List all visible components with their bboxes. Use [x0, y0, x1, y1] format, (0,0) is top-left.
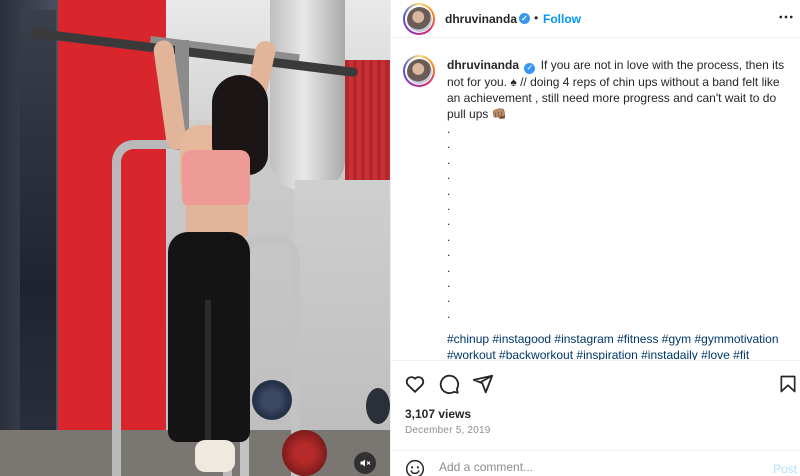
- comment-input[interactable]: [439, 457, 759, 476]
- caption-dot: .: [447, 260, 451, 275]
- avatar-image: [406, 58, 432, 84]
- caption-dot: .: [447, 199, 451, 214]
- media-weight-plate-3: [282, 430, 327, 476]
- follow-button[interactable]: Follow: [543, 12, 581, 26]
- media-person-sports-top: [182, 150, 250, 208]
- media-leg-gap: [205, 300, 211, 440]
- share-button[interactable]: [472, 373, 494, 395]
- heart-icon: [405, 376, 425, 393]
- comment-icon: [439, 374, 460, 395]
- caption-dot: .: [447, 306, 451, 321]
- caption-username[interactable]: dhruvinanda: [447, 58, 519, 72]
- post-side-panel: dhruvinanda ✓ • Follow dhruvinanda ✓ If …: [390, 0, 800, 476]
- caption-dot: .: [447, 137, 451, 152]
- post-actions-bar: [391, 360, 800, 402]
- header-separator-dot: •: [534, 11, 539, 25]
- media-weight-plate: [252, 380, 292, 420]
- emoji-button[interactable]: [405, 459, 425, 476]
- more-horizontal-icon[interactable]: [777, 8, 795, 26]
- post-comment-button[interactable]: Post: [773, 462, 797, 476]
- caption-dot: .: [447, 122, 451, 136]
- post-header: dhruvinanda ✓ • Follow: [391, 0, 800, 38]
- caption-dot: .: [447, 229, 451, 244]
- caption-dot: .: [447, 245, 451, 260]
- caption-hashtags[interactable]: #chinup #instagood #instagram #fitness #…: [447, 331, 792, 360]
- share-icon: [472, 374, 494, 394]
- like-button[interactable]: [404, 373, 426, 395]
- caption-dot: .: [447, 276, 451, 291]
- post-date[interactable]: December 5, 2019: [405, 425, 490, 436]
- media-air-duct: [270, 0, 345, 190]
- author-username[interactable]: dhruvinanda: [445, 12, 517, 26]
- caption-dot: .: [447, 152, 451, 167]
- add-comment-bar: Post: [391, 450, 800, 476]
- view-count[interactable]: 3,107 views: [405, 407, 471, 421]
- speaker-muted-icon: [360, 459, 371, 467]
- author-avatar[interactable]: [403, 3, 435, 35]
- media-weight-plate-2: [366, 388, 390, 424]
- save-button[interactable]: [777, 373, 799, 395]
- media-person-shoe: [195, 440, 235, 472]
- caption-dot: .: [447, 183, 451, 198]
- bookmark-icon: [780, 375, 796, 393]
- mute-button[interactable]: [354, 452, 376, 474]
- avatar-ring-inner: [405, 5, 433, 33]
- comment-button[interactable]: [438, 373, 460, 395]
- post-caption: dhruvinanda ✓ If you are not in love wit…: [391, 38, 800, 360]
- caption-dot: .: [447, 214, 451, 229]
- avatar-image: [406, 6, 432, 32]
- verified-badge-icon: ✓: [519, 13, 530, 24]
- caption-dot: .: [447, 291, 451, 306]
- verified-badge-icon: ✓: [524, 62, 536, 74]
- caption-text-block: dhruvinanda ✓ If you are not in love wit…: [447, 57, 787, 122]
- more-dots-svg: [779, 15, 793, 19]
- post-media-video[interactable]: [0, 0, 390, 476]
- caption-author-avatar[interactable]: [403, 55, 435, 87]
- avatar-ring-inner: [405, 57, 433, 85]
- caption-dot: .: [447, 168, 451, 183]
- media-poster: [20, 10, 56, 470]
- caption-dot-lines: . . . . . . . . . . . . .: [447, 122, 457, 322]
- smiley-icon: [405, 459, 425, 476]
